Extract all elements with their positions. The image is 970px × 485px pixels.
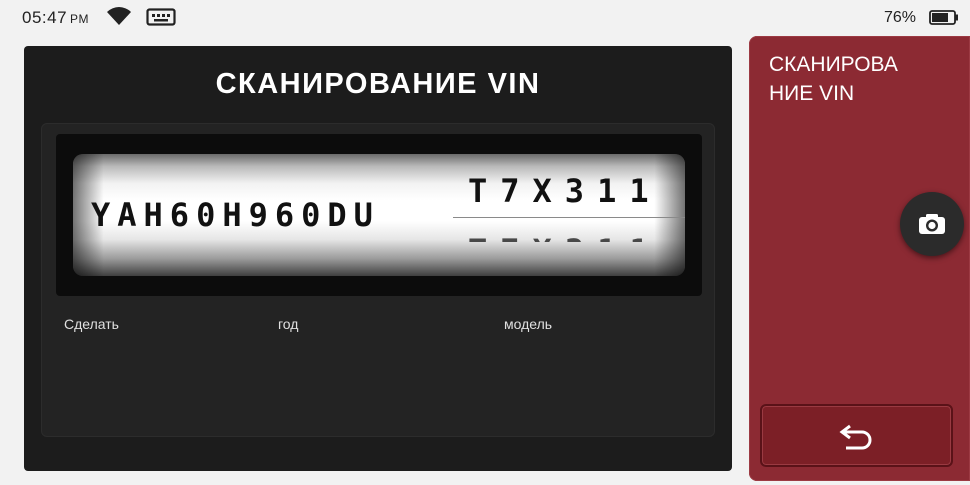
status-ampm: PM bbox=[70, 12, 90, 26]
back-button[interactable] bbox=[760, 404, 953, 467]
back-arrow-icon bbox=[839, 424, 871, 449]
side-title: СКАНИРОВАНИЕ VIN bbox=[769, 53, 898, 105]
vin-scan-panel: СКАНИРОВАНИЕ VIN YAH60H960DU T7X311 T7X3… bbox=[24, 46, 732, 471]
vin-divider-line bbox=[453, 217, 685, 218]
page-title: СКАНИРОВАНИЕ VIN bbox=[215, 68, 541, 100]
vin-tail-ghost: T7X311 bbox=[468, 232, 662, 242]
camera-button[interactable] bbox=[900, 192, 964, 256]
status-time: 05:47 PM bbox=[22, 8, 89, 28]
vin-tail-text: T7X311 bbox=[468, 172, 662, 210]
vin-display-frame: YAH60H960DU T7X311 T7X311 bbox=[56, 134, 702, 296]
vin-rolling-display: YAH60H960DU T7X311 T7X311 bbox=[73, 154, 685, 276]
year-label: год bbox=[278, 316, 299, 332]
camera-icon bbox=[919, 214, 945, 234]
model-label: модель bbox=[504, 316, 553, 332]
battery-percent: 76% bbox=[884, 9, 917, 26]
side-panel: СКАНИРОВАНИЕ VIN bbox=[749, 36, 970, 481]
status-time-value: 05:47 bbox=[22, 8, 68, 27]
vin-result-box: YAH60H960DU T7X311 T7X311 Сделать год мо… bbox=[41, 123, 715, 437]
wifi-icon bbox=[107, 7, 131, 26]
status-bar: 05:47 PM 76% bbox=[0, 0, 970, 36]
battery-icon bbox=[929, 10, 958, 25]
vin-main-text: YAH60H960DU bbox=[91, 196, 380, 234]
terminal-icon bbox=[146, 8, 176, 26]
make-label: Сделать bbox=[64, 316, 119, 332]
